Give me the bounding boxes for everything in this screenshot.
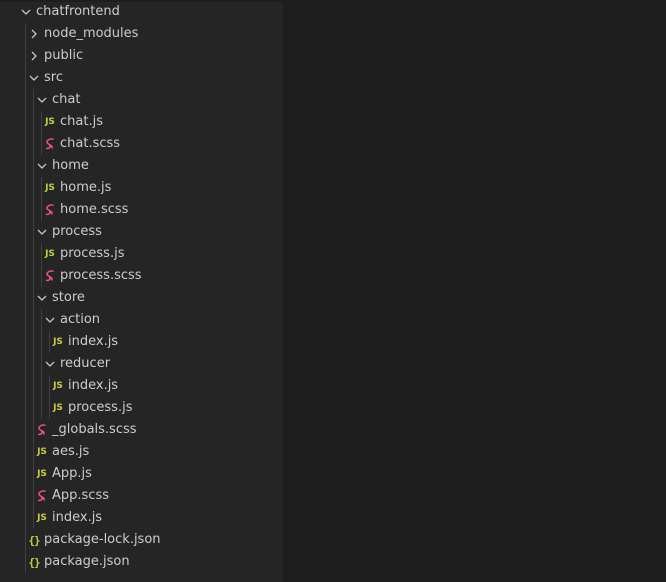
js-file-icon: JS [53,381,63,391]
tree-file-row[interactable]: chat.scss [0,133,283,155]
tree-file-row[interactable]: JS App.js [0,463,283,485]
tree-folder-row[interactable]: process [0,221,283,243]
sass-file-icon [42,268,58,284]
sass-file-icon [42,136,58,152]
indent-guide [49,375,50,419]
chevron-right-icon[interactable] [26,48,42,64]
tree-item-label: index.js [68,378,119,393]
tree-item-label: home [52,158,89,173]
tree-item-label: package.json [44,554,130,569]
tree-item-label: index.js [68,334,119,349]
chevron-right-icon[interactable] [26,26,42,42]
tree-file-row[interactable]: App.scss [0,485,283,507]
tree-item-label: chatfrontend [36,4,120,19]
tree-file-row[interactable]: JS aes.js [0,441,283,463]
tree-file-row[interactable]: JS process.js [0,243,283,265]
tree-folder-row[interactable]: reducer [0,353,283,375]
tree-item-label: App.scss [52,488,109,503]
tree-item-label: _globals.scss [52,422,137,437]
tree-file-row[interactable]: JS index.js [0,507,283,529]
chevron-down-icon[interactable] [42,312,58,328]
tree-file-row[interactable]: {} package-lock.json [0,529,283,551]
js-file-icon: JS [45,249,55,259]
tree-item-label: package-lock.json [44,532,161,547]
tree-folder-row[interactable]: home [0,155,283,177]
tree-folder-row[interactable]: public [0,45,283,67]
tree-item-label: home.js [60,180,112,195]
chevron-down-icon[interactable] [42,356,58,372]
tree-folder-row[interactable]: store [0,287,283,309]
js-file-icon: JS [45,117,55,127]
tree-file-row[interactable]: JS index.js [0,375,283,397]
tree-file-row[interactable]: JS chat.js [0,111,283,133]
chevron-down-icon[interactable] [26,70,42,86]
chevron-down-icon[interactable] [18,4,34,20]
js-file-icon: JS [37,469,47,479]
indent-guide [41,177,42,221]
tree-folder-row[interactable]: action [0,309,283,331]
tree-item-label: node_modules [44,26,139,41]
file-explorer: chatfrontend node_modulespublic src chat JS c… [0,0,283,582]
js-file-icon: JS [37,513,47,523]
tree-item-label: chat [52,92,81,107]
tree-item-label: process [52,224,102,239]
editor-area [283,0,666,582]
tree-item-label: action [60,312,101,327]
js-file-icon: JS [37,447,47,457]
json-file-icon: {} [28,555,40,569]
js-file-icon: JS [53,337,63,347]
js-file-icon: JS [45,183,55,193]
tree-item-label: chat.js [60,114,103,129]
chevron-down-icon[interactable] [34,158,50,174]
tree-item-label: index.js [52,510,103,525]
chevron-down-icon[interactable] [34,92,50,108]
tree-item-label: chat.scss [60,136,121,151]
tree-item-label: reducer [60,356,111,371]
chevron-down-icon[interactable] [34,290,50,306]
sass-file-icon [34,422,50,438]
tree-folder-row[interactable]: src [0,67,283,89]
tree-file-row[interactable]: {} package.json [0,551,283,573]
sass-file-icon [34,488,50,504]
tree-folder-row[interactable]: chat [0,89,283,111]
tree-item-label: public [44,48,84,63]
indent-guide [33,89,34,529]
indent-guide [49,331,50,353]
tree-item-label: process.scss [60,268,142,283]
tree-file-row[interactable]: _globals.scss [0,419,283,441]
tree-item-label: src [44,70,63,85]
tree-folder-row[interactable]: chatfrontend [0,1,283,23]
json-file-icon: {} [28,533,40,547]
tree-item-label: aes.js [52,444,90,459]
tree-item-label: App.js [52,466,92,481]
indent-guide [41,309,42,419]
tree-file-row[interactable]: process.scss [0,265,283,287]
tree-file-row[interactable]: JS home.js [0,177,283,199]
tree-file-row[interactable]: home.scss [0,199,283,221]
sass-file-icon [42,202,58,218]
tree-file-row[interactable]: JS process.js [0,397,283,419]
js-file-icon: JS [53,403,63,413]
tree-file-row[interactable]: JS index.js [0,331,283,353]
indent-guide [41,111,42,155]
indent-guide [25,23,26,573]
tree-item-label: process.js [68,400,133,415]
tree-item-label: home.scss [60,202,129,217]
tree-item-label: process.js [60,246,125,261]
indent-guide [41,243,42,287]
tree-folder-row[interactable]: node_modules [0,23,283,45]
tree-item-label: store [52,290,85,305]
chevron-down-icon[interactable] [34,224,50,240]
